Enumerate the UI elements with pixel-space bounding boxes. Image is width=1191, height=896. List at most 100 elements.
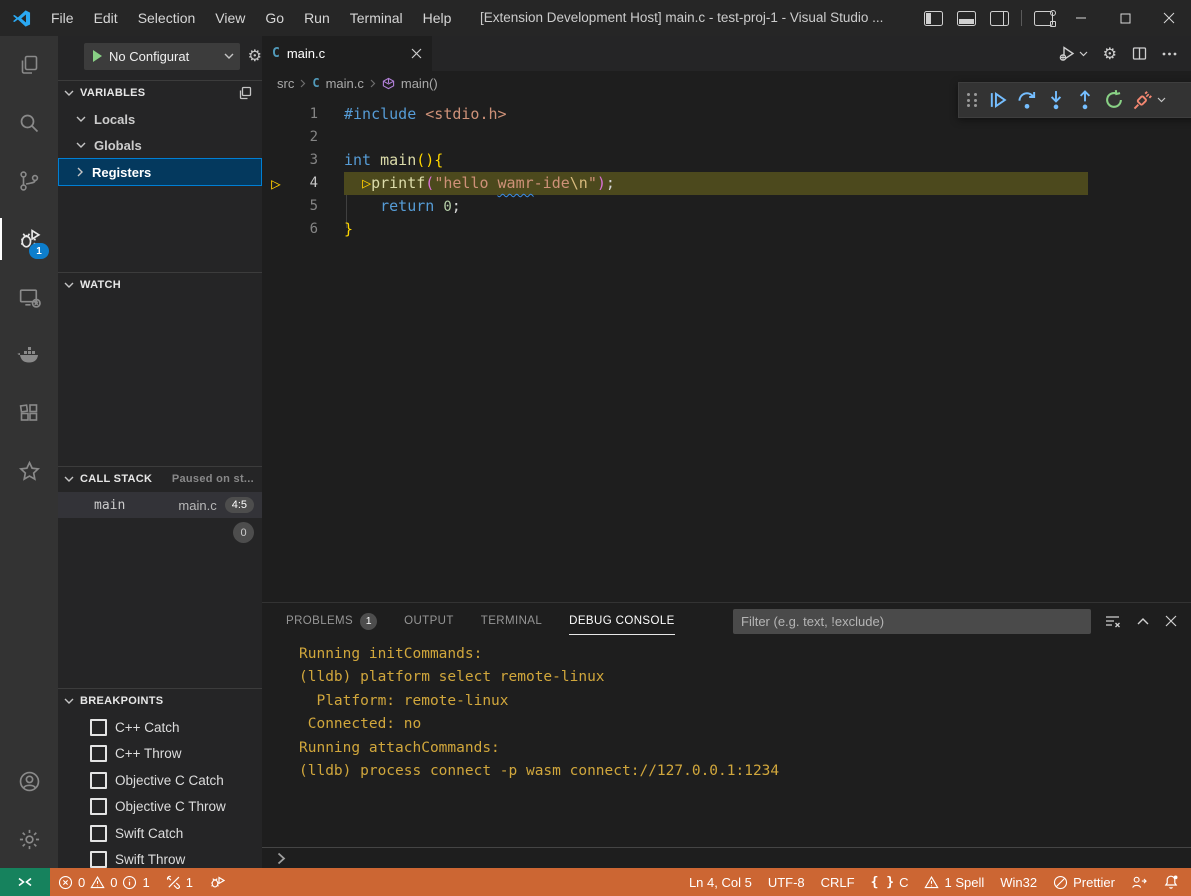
breakpoint-swift-catch[interactable]: Swift Catch [58,820,262,847]
variables-scope-globals[interactable]: Globals [58,132,262,158]
breakpoints-section-header[interactable]: BREAKPOINTS [58,688,262,713]
editor-gear-icon[interactable]: ⚙ [1103,44,1117,64]
variables-scope-registers[interactable]: Registers [58,158,262,186]
close-tab-icon[interactable] [411,48,422,59]
breakpoint-gutter[interactable] [262,103,290,126]
activity-explorer-icon[interactable] [0,36,58,94]
debug-session-status[interactable] [201,868,233,896]
clear-console-icon[interactable] [1105,614,1121,629]
toggle-primary-sidebar-icon[interactable] [924,11,943,26]
debug-paused-gutter-icon[interactable]: ▷ [262,172,290,195]
problems-status[interactable]: 0 0 1 [50,868,158,896]
menu-item-go[interactable]: Go [255,0,294,36]
variables-scope-locals[interactable]: Locals [58,106,262,132]
filter-input[interactable] [733,614,1091,629]
activity-run-and-debug-icon[interactable]: 1 [0,210,58,268]
breadcrumb-file[interactable]: main.c [326,76,364,91]
breadcrumb-symbol[interactable]: main() [401,76,438,91]
breakpoint-c-throw[interactable]: C++ Throw [58,741,262,768]
customize-layout-icon[interactable] [1034,11,1053,26]
code-editor[interactable]: 1#include <stdio.h>23int main(){▷4 ▷prin… [262,95,1191,602]
panel-tab-output[interactable]: OUTPUT [404,603,454,639]
code-line-6[interactable]: 6} [262,218,1191,241]
code-line-5[interactable]: 5 return 0; [262,195,1191,218]
activity-remote-explorer-icon[interactable] [0,268,58,326]
breadcrumb-folder[interactable]: src [277,76,294,91]
disconnect-icon[interactable] [1132,89,1166,111]
call-stack-section-header[interactable]: CALL STACK Paused on st... [58,466,262,491]
debug-console-input[interactable] [262,847,1191,869]
breakpoint-gutter[interactable] [262,195,290,218]
step-out-icon[interactable] [1074,89,1096,111]
console-filter[interactable] [733,609,1091,634]
menu-item-run[interactable]: Run [294,0,340,36]
menu-item-help[interactable]: Help [413,0,462,36]
breakpoint-c-catch[interactable]: C++ Catch [58,714,262,741]
breakpoint-gutter[interactable] [262,126,290,149]
breakpoint-gutter[interactable] [262,149,290,172]
launch-configuration-dropdown[interactable]: No Configurat [84,43,240,70]
minimize-button[interactable] [1059,0,1103,36]
notifications-status[interactable] [1155,868,1191,896]
encoding-status[interactable]: UTF-8 [760,868,813,896]
breakpoint-gutter[interactable] [262,218,290,241]
remote-indicator[interactable] [0,868,50,896]
step-into-icon[interactable] [1045,89,1067,111]
menu-item-file[interactable]: File [41,0,84,36]
drag-handle-icon[interactable] [967,93,978,107]
collapse-all-icon[interactable] [238,86,252,100]
platform-status[interactable]: Win32 [992,868,1045,896]
checkbox[interactable] [90,798,107,815]
maximize-button[interactable] [1103,0,1147,36]
code-line-2[interactable]: 2 [262,126,1191,149]
maximize-panel-icon[interactable] [1137,617,1149,625]
more-actions-icon[interactable] [1162,52,1177,56]
start-debugging-icon[interactable] [93,50,102,62]
cursor-position-status[interactable]: Ln 4, Col 5 [681,868,760,896]
continue-icon[interactable] [987,89,1009,111]
close-window-button[interactable] [1147,0,1191,36]
panel-tab-debug-console[interactable]: DEBUG CONSOLE [569,603,675,639]
spell-checker-status[interactable]: 1 Spell [916,868,992,896]
ports-status[interactable]: 1 [158,868,201,896]
step-over-icon[interactable] [1016,89,1038,111]
activity-star-icon[interactable] [0,442,58,500]
call-stack-badge-row: 0 [233,522,254,543]
tab-main-c[interactable]: C main.c [262,36,432,71]
activity-source-control-icon[interactable] [0,152,58,210]
checkbox[interactable] [90,772,107,789]
formatter-status[interactable]: Prettier [1045,868,1123,896]
toggle-secondary-sidebar-icon[interactable] [990,11,1009,26]
panel-tab-terminal[interactable]: TERMINAL [481,603,542,639]
code-line-4[interactable]: ▷4 ▷printf("hello wamr-ide\n"); [262,172,1191,195]
activity-docker-icon[interactable] [0,326,58,384]
checkbox[interactable] [90,851,107,868]
run-or-debug-icon[interactable] [1059,45,1088,62]
eol-status[interactable]: CRLF [813,868,863,896]
settings-gear-icon[interactable] [0,810,58,868]
breakpoint-objective-c-catch[interactable]: Objective C Catch [58,767,262,794]
checkbox[interactable] [90,745,107,762]
breakpoint-objective-c-throw[interactable]: Objective C Throw [58,794,262,821]
open-launch-json-gear-icon[interactable]: ⚙ [248,46,262,66]
checkbox[interactable] [90,825,107,842]
activity-extensions-icon[interactable] [0,384,58,442]
account-icon[interactable] [0,752,58,810]
feedback-status[interactable] [1123,868,1155,896]
language-mode-status[interactable]: { } C [863,868,917,896]
menu-item-terminal[interactable]: Terminal [340,0,413,36]
split-editor-icon[interactable] [1132,46,1147,61]
checkbox[interactable] [90,719,107,736]
toggle-panel-icon[interactable] [957,11,976,26]
menu-item-selection[interactable]: Selection [128,0,206,36]
panel-tab-problems[interactable]: PROBLEMS1 [286,603,377,639]
stack-frame-row[interactable]: main main.c 4:5 [58,492,262,518]
activity-search-icon[interactable] [0,94,58,152]
menu-item-view[interactable]: View [205,0,255,36]
close-panel-icon[interactable] [1165,615,1177,627]
watch-section-header[interactable]: WATCH [58,272,262,297]
code-line-3[interactable]: 3int main(){ [262,149,1191,172]
restart-icon[interactable] [1103,89,1125,111]
menu-item-edit[interactable]: Edit [84,0,128,36]
variables-section-header[interactable]: VARIABLES [58,80,262,105]
